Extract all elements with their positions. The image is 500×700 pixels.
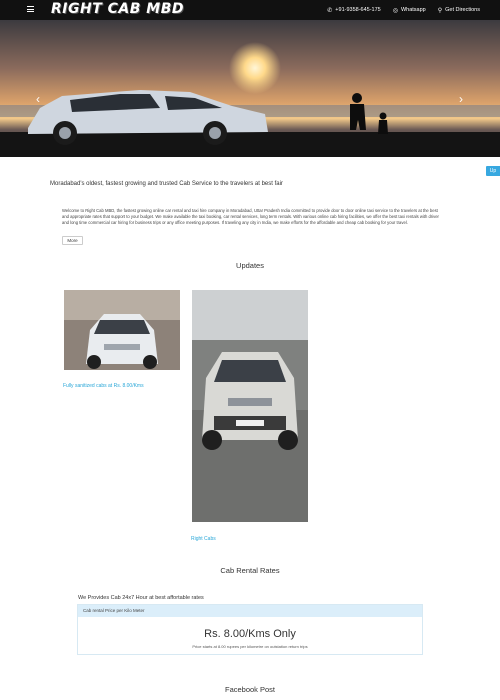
- top-navbar: RIGHT CAB MBD ✆ +91-9358-645-175 ◎ Whats…: [0, 0, 500, 20]
- side-tab-button[interactable]: Up: [486, 166, 500, 176]
- update-caption-1[interactable]: Fully sanitized cabs at Rs. 8.00/Kms: [63, 383, 144, 389]
- header-links: ✆ +91-9358-645-175 ◎ Whatsapp ⚲ Get Dire…: [327, 0, 480, 20]
- updates-title: Updates: [236, 261, 264, 270]
- site-logo[interactable]: RIGHT CAB MBD: [51, 1, 184, 17]
- rates-intro: We Provides Cab 24x7 Hour at best affort…: [78, 595, 204, 601]
- phone-link[interactable]: ✆ +91-9358-645-175: [327, 7, 380, 14]
- rates-note: Price starts at 8.00 rupees per kilometr…: [192, 644, 308, 649]
- menu-icon[interactable]: [27, 6, 34, 12]
- rates-title: Cab Rental Rates: [220, 566, 280, 575]
- hero-prev-arrow[interactable]: ‹: [33, 92, 43, 106]
- whatsapp-label: Whatsapp: [400, 7, 426, 13]
- facebook-title: Facebook Post: [224, 685, 276, 694]
- hero-sunset-image: [0, 20, 500, 157]
- rates-card: Cab rental Price per Kilo Meter Rs. 8.00…: [77, 604, 423, 655]
- tagline: Moradabad's oldest, fastest growing and …: [50, 181, 283, 187]
- whatsapp-icon: ◎: [392, 7, 398, 14]
- rates-header: Cab rental Price per Kilo Meter: [78, 605, 422, 617]
- update-image-2[interactable]: [192, 290, 308, 522]
- map-pin-icon: ⚲: [437, 7, 443, 14]
- directions-label: Get Directions: [445, 7, 480, 13]
- whatsapp-link[interactable]: ◎ Whatsapp: [393, 7, 426, 14]
- about-text: Welcome to Right Cab MBD, the fastest gr…: [62, 208, 439, 225]
- rates-price: Rs. 8.00/Kms Only: [204, 628, 296, 640]
- update-image-1[interactable]: [64, 290, 180, 370]
- phone-number: +91-9358-645-175: [335, 7, 381, 13]
- hero-banner: ‹ ›: [0, 20, 500, 157]
- hero-next-arrow[interactable]: ›: [456, 92, 466, 106]
- phone-icon: ✆: [327, 7, 333, 14]
- more-button[interactable]: More: [62, 236, 83, 245]
- directions-link[interactable]: ⚲ Get Directions: [438, 7, 480, 14]
- update-caption-2[interactable]: Right Cabs: [191, 536, 216, 542]
